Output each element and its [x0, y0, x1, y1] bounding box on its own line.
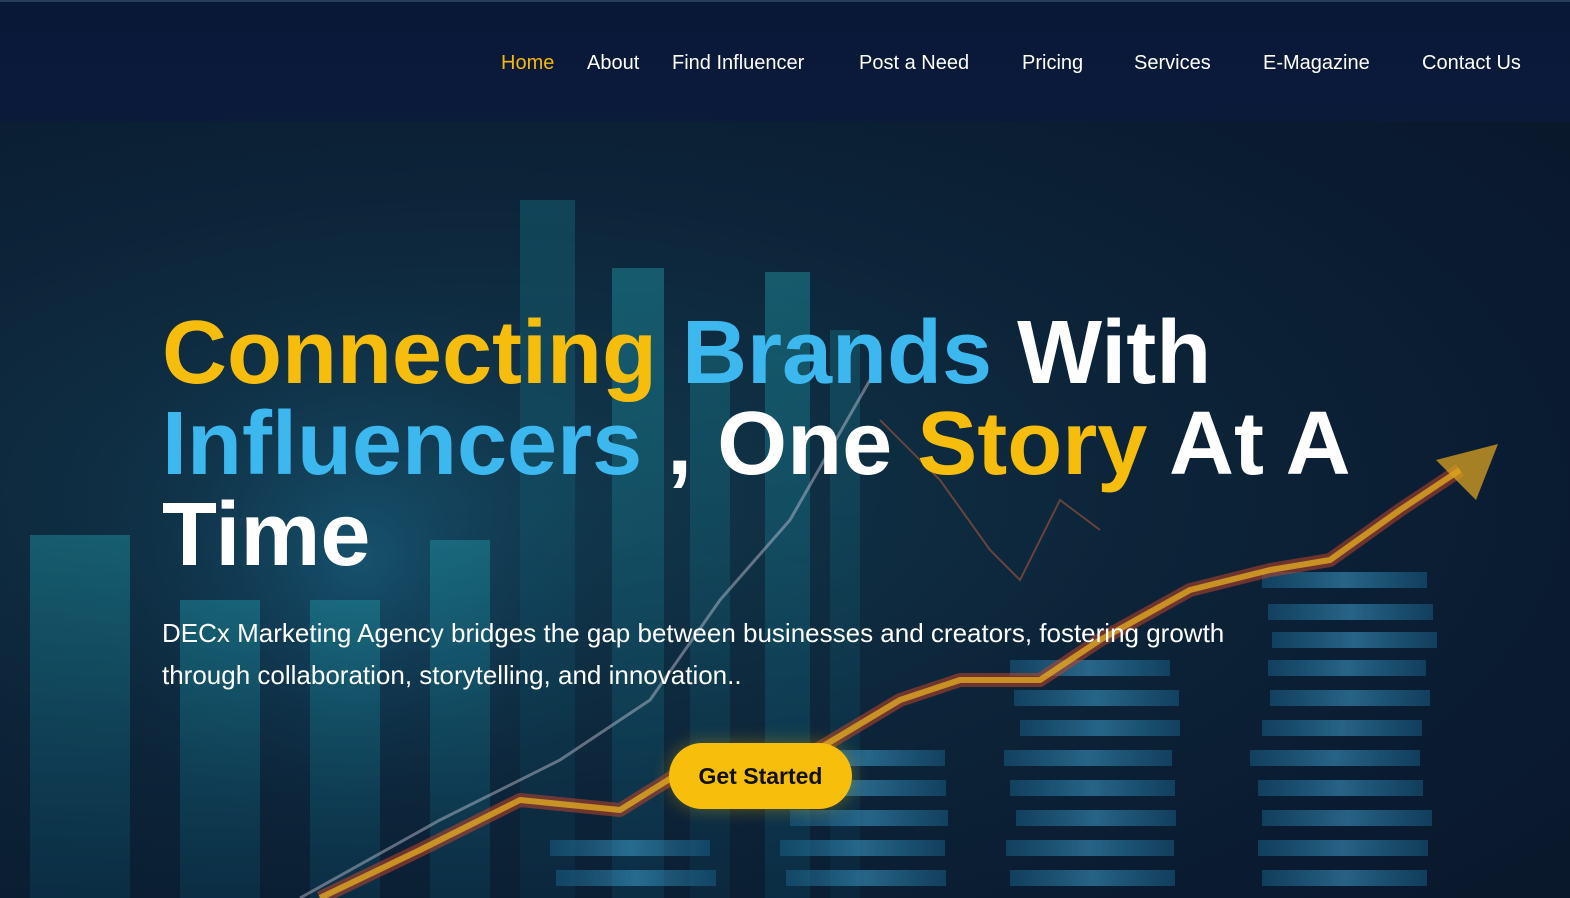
headline-word-brands: Brands	[681, 303, 993, 403]
nav-item-pricing[interactable]: Pricing	[1022, 50, 1083, 76]
hero-description: DECx Marketing Agency bridges the gap be…	[162, 618, 1225, 690]
main-navigation: Home About Find Influencer Post a Need P…	[0, 50, 1570, 78]
nav-item-home[interactable]: Home	[501, 50, 554, 76]
headline-word-time: Time	[162, 485, 371, 585]
headline-word-connecting: Connecting	[162, 303, 657, 403]
headline-word-at-a: At A	[1168, 394, 1351, 494]
headline-word-with: With	[1017, 303, 1212, 403]
hero-headline: Connecting Brands With Influencers , One …	[162, 308, 1422, 581]
headline-word-influencers: Influencers	[162, 394, 643, 494]
get-started-button[interactable]: Get Started	[669, 743, 852, 809]
nav-item-contact-us[interactable]: Contact Us	[1422, 50, 1521, 76]
nav-item-e-magazine[interactable]: E-Magazine	[1263, 50, 1370, 76]
nav-item-find-influencer[interactable]: Find Influencer	[672, 50, 804, 76]
nav-item-about[interactable]: About	[587, 50, 639, 76]
headline-word-story: Story	[917, 394, 1148, 494]
nav-item-post-a-need[interactable]: Post a Need	[859, 50, 969, 76]
headline-word-one: , One	[667, 394, 893, 494]
nav-item-services[interactable]: Services	[1134, 50, 1211, 76]
top-navbar: Home About Find Influencer Post a Need P…	[0, 0, 1570, 122]
